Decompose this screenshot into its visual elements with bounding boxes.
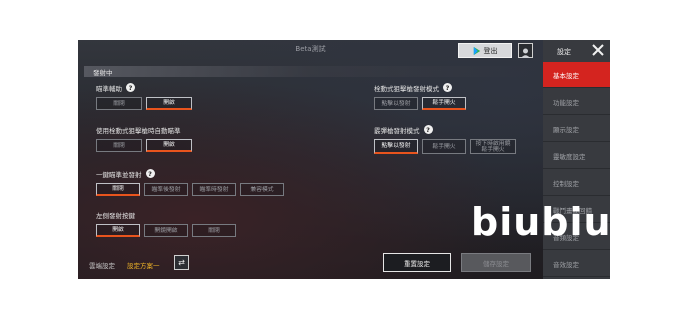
sidebar-item-function[interactable]: 功能設定	[543, 89, 610, 115]
sidebar-item-sound-effects[interactable]: 音效設定	[543, 251, 610, 277]
swap-scheme-button[interactable]: ⇄	[174, 255, 189, 270]
sidebar-item-sensitivity[interactable]: 靈敏度設定	[543, 143, 610, 169]
cloud-settings-label[interactable]: 雲端設定	[89, 260, 115, 270]
shotgun-scope-line2: 鬆手開火	[481, 146, 505, 153]
auto-aim-label: 使用栓動式狙擊槍時自動瞄準	[96, 126, 181, 135]
help-icon[interactable]: ?	[126, 83, 135, 92]
play-store-icon	[473, 46, 480, 55]
swap-icon: ⇄	[178, 258, 185, 267]
left-fire-on[interactable]: 開啟	[96, 224, 140, 237]
close-icon[interactable]	[591, 43, 605, 57]
bolt-fire-group: 栓動式狙擊槍發射模式 ? 點擊以發射 鬆手開火	[374, 82, 466, 110]
one-key-group: 一鍵瞄準並發射 ? 關閉 瞄準後發射 瞄準時發射 兼容模式	[96, 168, 284, 196]
help-icon[interactable]: ?	[443, 83, 452, 92]
reset-button[interactable]: 重置設定	[383, 253, 451, 272]
logout-label: 登出	[483, 46, 498, 55]
bolt-fire-tap[interactable]: 點擊以發射	[374, 97, 418, 110]
shotgun-fire-tap[interactable]: 點擊以發射	[374, 139, 418, 154]
aim-assist-off[interactable]: 關閉	[96, 97, 142, 110]
section-title: 發射中	[93, 69, 113, 77]
sidebar-title: 設定	[557, 48, 571, 56]
top-bar: Beta測試 登出	[78, 40, 543, 62]
left-fire-off[interactable]: 關閉	[192, 224, 236, 237]
watermark: biubiu	[471, 200, 610, 244]
shotgun-fire-scope[interactable]: 按下時啟用鏡 鬆手開火	[470, 139, 516, 154]
sidebar-header: 設定	[543, 40, 610, 62]
save-button[interactable]: 儲存設定	[461, 253, 531, 272]
bolt-fire-label: 栓動式狙擊槍發射模式	[374, 84, 439, 93]
firing-settings-panel: 發射中 瞄準輔助 ? 關閉 開啟 栓動式狙擊槍發射模式 ? 點擊以發射 鬆手開火	[84, 66, 538, 237]
shotgun-fire-release[interactable]: 鬆手開火	[422, 139, 466, 154]
left-fire-group: 左側發射按鍵 開啟 開鏡開啟 關閉	[96, 209, 236, 237]
logout-button[interactable]: 登出	[458, 43, 512, 58]
help-icon[interactable]: ?	[145, 169, 155, 178]
auto-aim-on[interactable]: 開啟	[146, 139, 192, 152]
left-fire-label: 左側發射按鍵	[96, 211, 135, 220]
settings-screen: Beta測試 登出 發射中 瞄準輔助 ? 關閉 開啟 栓動式狙擊槍發射模式 ? …	[78, 40, 610, 279]
one-key-off[interactable]: 關閉	[96, 183, 140, 196]
one-key-after-aim[interactable]: 瞄準後發射	[144, 183, 188, 196]
sidebar-item-display[interactable]: 顯示設定	[543, 116, 610, 142]
bottom-bar: 雲端設定 設定方案一 ⇄ 重置設定 儲存設定	[78, 250, 543, 279]
shotgun-fire-group: 霰彈槍發射模式 ? 點擊以發射 鬆手開火 按下時啟用鏡 鬆手開火	[374, 124, 516, 154]
help-icon[interactable]: ?	[423, 125, 433, 134]
one-key-while-aim[interactable]: 瞄準時發射	[192, 183, 236, 196]
aim-assist-group: 瞄準輔助 ? 關閉 開啟	[96, 82, 192, 110]
one-key-label: 一鍵瞄準並發射	[96, 170, 142, 179]
scheme-label[interactable]: 設定方案一	[127, 260, 160, 270]
sidebar-item-basic[interactable]: 基本設定	[543, 62, 610, 88]
avatar[interactable]	[518, 43, 533, 58]
sidebar-item-controls[interactable]: 控制設定	[543, 170, 610, 196]
one-key-compat[interactable]: 兼容模式	[240, 183, 284, 196]
auto-aim-group: 使用栓動式狙擊槍時自動瞄準 關閉 開啟	[96, 124, 192, 152]
section-header: 發射中	[84, 66, 538, 77]
left-fire-scope-on[interactable]: 開鏡開啟	[144, 224, 188, 237]
auto-aim-off[interactable]: 關閉	[96, 139, 142, 152]
aim-assist-label: 瞄準輔助	[96, 84, 122, 93]
bolt-fire-release[interactable]: 鬆手開火	[422, 97, 466, 110]
aim-assist-on[interactable]: 開啟	[146, 97, 192, 110]
shotgun-fire-label: 霰彈槍發射模式	[374, 126, 420, 135]
user-icon	[521, 48, 530, 58]
